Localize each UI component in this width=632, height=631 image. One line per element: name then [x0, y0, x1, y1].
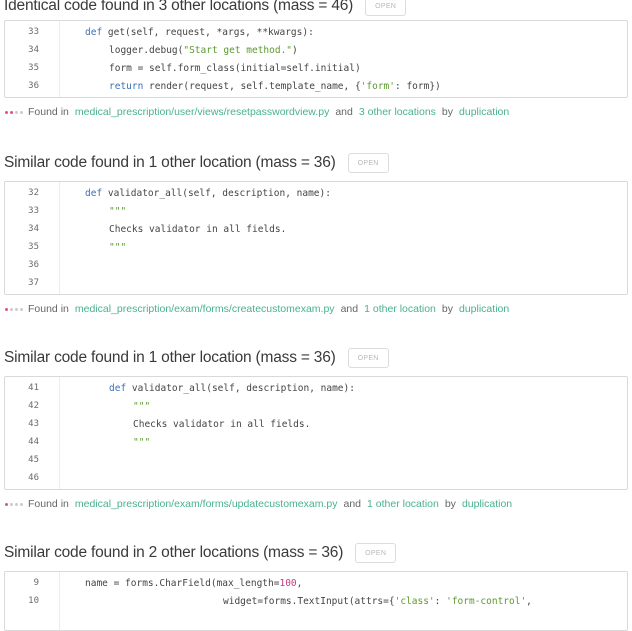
code-text: name = forms.CharField(max_length=100,: [85, 577, 303, 589]
file-path-link[interactable]: medical_prescription/user/views/resetpas…: [75, 106, 329, 118]
other-locations-link[interactable]: 1 other location: [367, 498, 439, 510]
issue-header: Similar code found in 1 other location (…: [4, 151, 628, 175]
code-line: 33 """: [5, 202, 627, 220]
code-line: 35 """: [5, 238, 627, 256]
line-number: 9: [33, 578, 39, 588]
code-line: 43 Checks validator in all fields.: [5, 415, 627, 433]
code-text: logger.debug("Start get method."): [109, 44, 298, 56]
issue-title: Similar code found in 2 other locations …: [4, 544, 344, 561]
code-text: Checks validator in all fields.: [133, 418, 311, 430]
line-number: 10: [28, 596, 39, 606]
severity-dots-icon: [5, 110, 23, 114]
severity-dots-icon: [5, 502, 23, 506]
engine-link[interactable]: duplication: [459, 303, 509, 315]
code-line: 37: [5, 274, 627, 292]
line-number: 34: [28, 45, 39, 55]
issue-1: Identical code found in 3 other location…: [4, 0, 628, 120]
line-number: 44: [28, 437, 39, 447]
code-line: 45: [5, 451, 627, 469]
line-number: 34: [28, 224, 39, 234]
line-number: 33: [28, 206, 39, 216]
code-text: form = self.form_class(initial=self.init…: [109, 62, 361, 74]
code-line: 36: [5, 256, 627, 274]
other-locations-link[interactable]: 3 other locations: [359, 106, 436, 118]
open-button[interactable]: OPEN: [347, 348, 389, 368]
open-button[interactable]: OPEN: [355, 543, 397, 563]
code-line: 42 """: [5, 397, 627, 415]
line-number: 36: [28, 260, 39, 270]
file-path-link[interactable]: medical_prescription/exam/forms/createcu…: [75, 303, 335, 315]
engine-link[interactable]: duplication: [459, 106, 509, 118]
code-text: """: [133, 436, 151, 448]
code-text: """: [109, 241, 127, 253]
found-in-line: Found in medical_prescription/user/views…: [4, 104, 628, 120]
issue-header: Identical code found in 3 other location…: [4, 0, 628, 18]
line-number: 41: [28, 383, 39, 393]
issue-4: Similar code found in 2 other locations …: [4, 541, 628, 631]
code-text: def validator_all(self, description, nam…: [109, 382, 355, 394]
issue-2: Similar code found in 1 other location (…: [4, 151, 628, 317]
code-line: 34 Checks validator in all fields.: [5, 220, 627, 238]
code-text: widget=forms.TextInput(attrs={'class': '…: [223, 595, 532, 607]
issue-title: Identical code found in 3 other location…: [4, 0, 354, 14]
code-text: def validator_all(self, description, nam…: [85, 187, 331, 199]
code-snippet: 41 def validator_all(self, description, …: [4, 376, 628, 490]
line-number: 33: [28, 27, 39, 37]
code-text: Checks validator in all fields.: [109, 223, 287, 235]
line-number: 35: [28, 63, 39, 73]
code-line: 46: [5, 469, 627, 487]
code-line: 33 def get(self, request, *args, **kwarg…: [5, 23, 627, 41]
file-path-link[interactable]: medical_prescription/exam/forms/updatecu…: [75, 498, 338, 510]
code-text: return render(request, self.template_nam…: [109, 80, 441, 92]
found-in-line: Found in medical_prescription/exam/forms…: [4, 496, 628, 512]
issue-3: Similar code found in 1 other location (…: [4, 346, 628, 512]
found-in-line: Found in medical_prescription/exam/forms…: [4, 301, 628, 317]
issue-header: Similar code found in 2 other locations …: [4, 541, 628, 565]
open-button[interactable]: OPEN: [365, 0, 407, 16]
line-number: 36: [28, 81, 39, 91]
code-line: 36 return render(request, self.template_…: [5, 77, 627, 95]
line-number: 37: [28, 278, 39, 288]
code-line: 10 widget=forms.TextInput(attrs={'class'…: [5, 592, 627, 610]
issue-title: Similar code found in 1 other location (…: [4, 154, 336, 171]
line-number: 42: [28, 401, 39, 411]
line-number: 46: [28, 473, 39, 483]
issue-title: Similar code found in 1 other location (…: [4, 349, 336, 366]
code-line: 32 def validator_all(self, description, …: [5, 184, 627, 202]
code-line: 35 form = self.form_class(initial=self.i…: [5, 59, 627, 77]
code-snippet: 9 name = forms.CharField(max_length=100,…: [4, 571, 628, 631]
code-text: """: [133, 400, 151, 412]
line-number: 35: [28, 242, 39, 252]
code-snippet: 32 def validator_all(self, description, …: [4, 181, 628, 295]
line-number: 43: [28, 419, 39, 429]
other-locations-link[interactable]: 1 other location: [364, 303, 436, 315]
code-line: 41 def validator_all(self, description, …: [5, 379, 627, 397]
code-line: 9 name = forms.CharField(max_length=100,: [5, 574, 627, 592]
code-text: """: [109, 205, 127, 217]
code-line: 44 """: [5, 433, 627, 451]
code-text: def get(self, request, *args, **kwargs):: [85, 26, 314, 38]
code-snippet: 33 def get(self, request, *args, **kwarg…: [4, 20, 628, 98]
code-line: 34 logger.debug("Start get method."): [5, 41, 627, 59]
line-number: 45: [28, 455, 39, 465]
open-button[interactable]: OPEN: [347, 153, 389, 173]
issue-header: Similar code found in 1 other location (…: [4, 346, 628, 370]
severity-dots-icon: [5, 307, 23, 311]
line-number: 32: [28, 188, 39, 198]
engine-link[interactable]: duplication: [462, 498, 512, 510]
